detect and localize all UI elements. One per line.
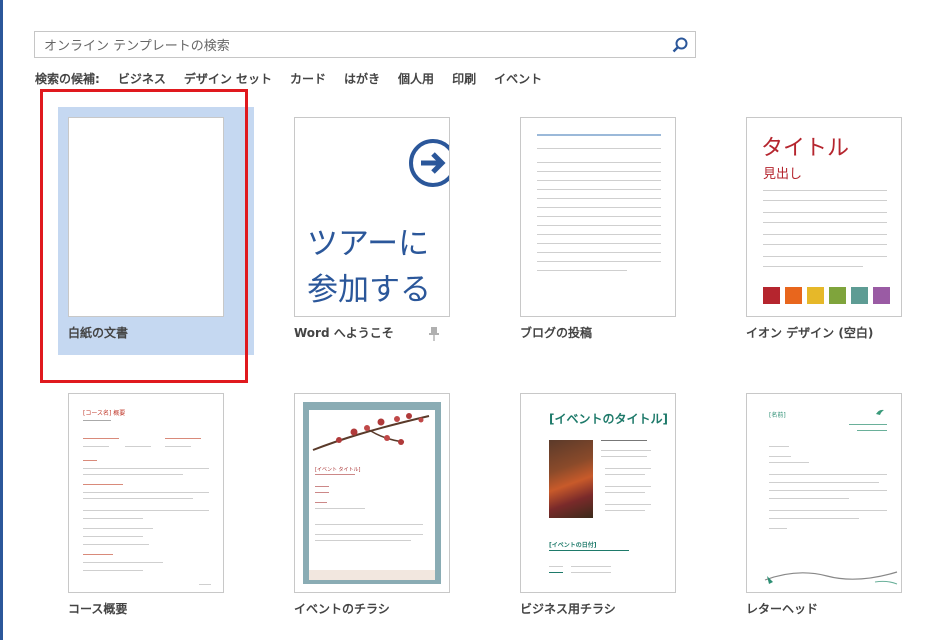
suggestion-link-event[interactable]: イベント <box>494 70 542 87</box>
template-name: イオン デザイン (空白) <box>746 326 874 340</box>
flowers-photo <box>549 440 593 518</box>
color-swatches <box>763 287 890 304</box>
template-tile-letterhead[interactable]: [名前] レターヘッド <box>736 383 932 631</box>
course-overview-thumbnail: [コース名] 概要 <box>68 393 224 593</box>
cherry-blossom-branch-icon <box>312 413 430 451</box>
suggestion-link-business[interactable]: ビジネス <box>118 70 166 87</box>
suggestion-link-personal[interactable]: 個人用 <box>398 70 434 87</box>
template-tile-blog-post[interactable]: ブログの投稿 <box>510 107 706 355</box>
template-name: コース概要 <box>68 602 128 616</box>
event-flyer-thumbnail: [イベント タイトル] <box>294 393 450 593</box>
template-tile-course-overview[interactable]: [コース名] 概要 コース概要 <box>58 383 254 631</box>
blank-document-thumbnail <box>68 117 224 317</box>
color-swatch <box>851 287 868 304</box>
thumb-title: [コース名] 概要 <box>83 410 126 417</box>
thumb-title: タイトル <box>761 136 850 161</box>
thumb-heading: 見出し <box>763 167 803 182</box>
suggestion-link-postcards[interactable]: はがき <box>344 70 380 87</box>
template-name: Word へようこそ <box>294 326 394 340</box>
search-suggestions: 検索の候補: ビジネス デザイン セット カード はがき 個人用 印刷 イベント <box>35 70 560 87</box>
color-swatch <box>785 287 802 304</box>
thumb-title: [名前] <box>769 412 786 419</box>
flyer-inner-page: [イベント タイトル] <box>309 410 435 570</box>
search-input[interactable] <box>42 36 666 56</box>
suggestion-link-cards[interactable]: カード <box>290 70 326 87</box>
thumb-title: [イベント タイトル] <box>315 467 361 473</box>
suggestion-link-design-set[interactable]: デザイン セット <box>184 70 272 87</box>
letterhead-thumbnail: [名前] <box>746 393 902 593</box>
pin-icon[interactable] <box>429 327 439 341</box>
search-icon[interactable] <box>671 36 689 54</box>
template-name: イベントのチラシ <box>294 602 390 616</box>
color-swatch <box>873 287 890 304</box>
color-swatch <box>829 287 846 304</box>
ion-design-thumbnail: タイトル 見出し <box>746 117 902 317</box>
flyer-footer <box>309 570 435 580</box>
thumb-title: [イベントのタイトル] <box>549 412 668 426</box>
thumb-subtitle: [イベントの日付] <box>549 542 597 549</box>
template-name: ビジネス用チラシ <box>520 602 616 616</box>
template-tile-word-welcome[interactable]: ツアーに 参加する Word へようこそ <box>284 107 480 355</box>
template-search-box[interactable] <box>34 31 696 58</box>
arrow-right-circle-icon <box>409 139 449 187</box>
template-tile-blank-document[interactable]: 白紙の文書 <box>58 107 254 355</box>
bird-icon <box>876 409 884 415</box>
suggestions-label: 検索の候補: <box>35 72 100 86</box>
template-tile-event-flyer[interactable]: [イベント タイトル] イベントのチラシ <box>284 383 480 631</box>
blog-post-thumbnail <box>520 117 676 317</box>
tour-text-line-1: ツアーに <box>307 226 430 262</box>
color-swatch <box>807 287 824 304</box>
template-tile-business-flyer[interactable]: [イベントのタイトル] [イベントの日付] ビジネス用チラシ <box>510 383 706 631</box>
business-flyer-thumbnail: [イベントのタイトル] [イベントの日付] <box>520 393 676 593</box>
welcome-tour-thumbnail: ツアーに 参加する <box>294 117 450 317</box>
template-name: レターヘッド <box>746 602 819 616</box>
template-tile-ion-design[interactable]: タイトル 見出し イオン デザイン (空白) <box>736 107 932 355</box>
template-name: 白紙の文書 <box>68 326 129 340</box>
wave-decoration <box>764 571 898 585</box>
left-accent-bar <box>0 0 3 640</box>
suggestion-link-print[interactable]: 印刷 <box>452 70 476 87</box>
template-name: ブログの投稿 <box>520 326 593 340</box>
color-swatch <box>763 287 780 304</box>
tour-text-line-2: 参加する <box>307 272 431 308</box>
